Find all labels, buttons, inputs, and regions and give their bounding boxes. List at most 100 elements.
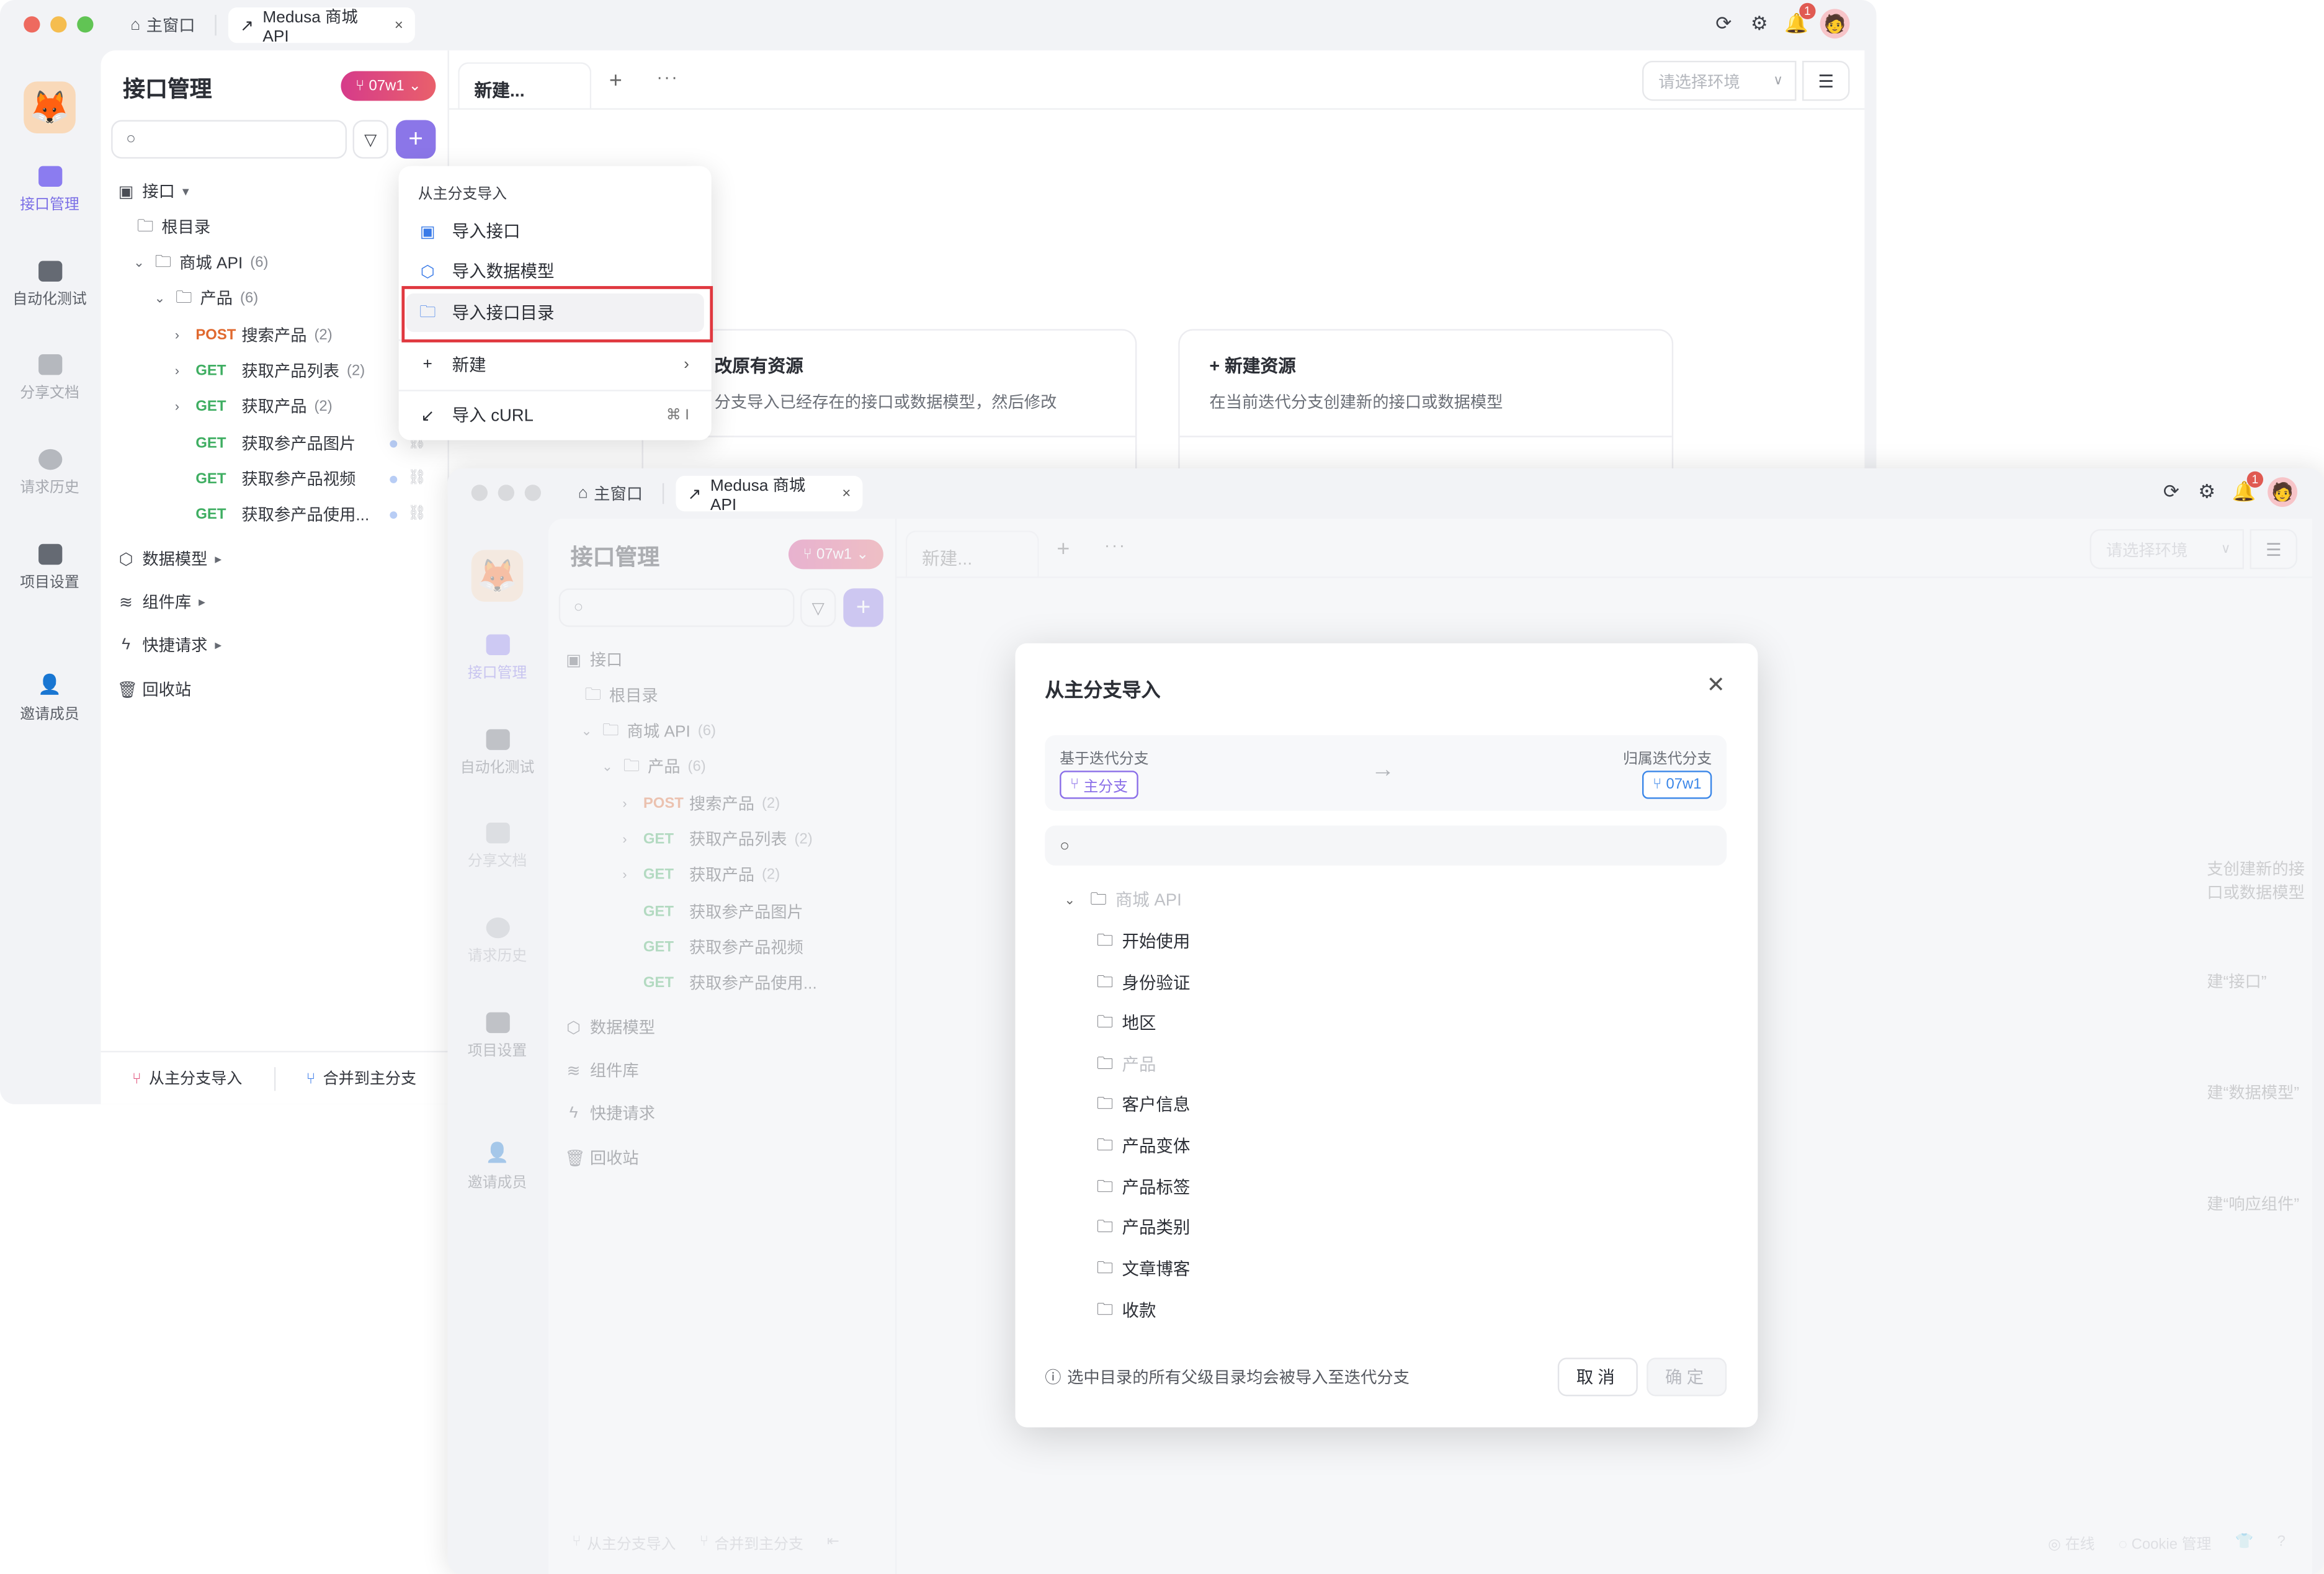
nav-automation-test[interactable]: 自动化测试 — [447, 729, 547, 777]
tree-section-quick-requests[interactable]: ϟ 快捷请求 — [565, 1098, 655, 1128]
branch-selector[interactable]: ⑂ 07w1 ⌄ — [341, 71, 436, 101]
tree-section-components[interactable]: ≋ 组件库 ▸ — [117, 587, 212, 617]
nav-invite-members[interactable]: 👤 邀请成员 — [0, 673, 99, 723]
nav-project-settings[interactable]: 项目设置 — [447, 1012, 547, 1060]
import-from-main-button[interactable]: ⑂ 从主分支导入 — [101, 1067, 273, 1089]
bell-icon[interactable]: 🔔 1 — [2232, 471, 2264, 502]
tab-home[interactable]: ⌂ 主窗口 — [578, 477, 643, 510]
menu-item-new[interactable]: + 新建 › — [406, 346, 704, 384]
environment-select[interactable]: 请选择环境 ∨ — [1642, 60, 1797, 101]
tree-endpoint[interactable]: › GET 获取产品 (2) — [622, 860, 780, 890]
nav-project-settings[interactable]: 项目设置 — [0, 543, 99, 591]
tree-folder-shop[interactable]: ⌄ 🗀 商城 API (6) — [133, 248, 268, 277]
tree-folder-product[interactable]: ⌄ 🗀 产品 (6) — [154, 283, 258, 313]
close-icon[interactable]: ✕ — [1707, 671, 1725, 699]
add-tab-button[interactable]: + — [609, 68, 622, 94]
nav-automation-test[interactable]: 自动化测试 — [0, 261, 99, 308]
filter-button[interactable]: ▽ — [800, 588, 836, 627]
tree-folder-product[interactable]: ⌄ 🗀 产品 (6) — [602, 751, 706, 781]
minimize-window-button[interactable] — [498, 485, 514, 501]
branch-selector[interactable]: ⑂ 07w1 ⌄ — [788, 539, 883, 570]
add-button[interactable]: + — [395, 120, 436, 159]
refresh-icon[interactable]: ⟳ — [2161, 481, 2181, 502]
bell-icon[interactable]: 🔔 1 — [1784, 2, 1816, 34]
tree-section-api[interactable]: ▣ 接口 ▾ — [117, 176, 196, 206]
faded-create-response[interactable]: 建“响应组件” — [2207, 1192, 2299, 1215]
maximize-window-button[interactable] — [77, 16, 94, 33]
close-tab-icon[interactable]: × — [395, 17, 403, 33]
menu-item-import-api[interactable]: ▣ 导入接口 — [406, 212, 704, 251]
close-tab-icon[interactable]: × — [842, 485, 851, 501]
tree-section-recycle-bin[interactable]: 🗑 回收站 — [565, 1143, 638, 1173]
gear-icon[interactable]: ⚙ — [2196, 481, 2217, 502]
folder-tree-root[interactable]: ⌄ 🗀 商城 API — [1064, 885, 1181, 914]
tree-endpoint[interactable]: › GET 获取产品 (2) — [175, 391, 333, 421]
nav-api-management[interactable]: 接口管理 — [0, 166, 99, 213]
minimize-window-button[interactable] — [50, 16, 67, 33]
nav-request-history[interactable]: 请求历史 — [447, 917, 547, 965]
tab-home[interactable]: ⌂ 主窗口 — [130, 9, 195, 42]
user-avatar[interactable]: 🧑 — [2268, 477, 2297, 508]
folder-option[interactable]: 🗀 产品标签 — [1097, 1173, 1191, 1202]
folder-option[interactable]: 🗀 客户信息 — [1097, 1089, 1191, 1119]
nav-invite-members[interactable]: 👤 邀请成员 — [447, 1142, 547, 1192]
tree-section-data-models[interactable]: ⬡ 数据模型 — [565, 1013, 655, 1042]
theme-icon[interactable]: 👕 — [2235, 1533, 2254, 1549]
cookie-manager[interactable]: ◌ Cookie 管理 — [2119, 1531, 2212, 1552]
status-import-from-main[interactable]: ⑂ 从主分支导入 — [572, 1531, 676, 1552]
merge-to-main-button[interactable]: ⑂ 合并到主分支 — [275, 1067, 447, 1089]
menu-item-import-curl[interactable]: ↙ 导入 cURL ⌘ I — [406, 396, 704, 434]
tree-endpoint[interactable]: › GET 获取产品列表 (2) — [622, 824, 812, 854]
tree-endpoint[interactable]: GET 获取参产品使用... — [643, 968, 817, 998]
add-button[interactable]: + — [843, 588, 883, 627]
tree-endpoint[interactable]: GET 获取参产品视频 — [195, 464, 355, 494]
tree-endpoint[interactable]: GET 获取参产品使用... — [195, 499, 369, 529]
tree-section-recycle-bin[interactable]: 🗑 回收站 — [117, 674, 191, 704]
tab-medusa-api[interactable]: ↗ Medusa 商城 API × — [228, 7, 415, 46]
close-window-button[interactable] — [24, 16, 40, 33]
tree-root-folder[interactable]: 🗀 根目录 — [136, 212, 210, 242]
faded-create-api[interactable]: 建“接口” — [2207, 969, 2266, 993]
project-logo[interactable]: 🦊 — [24, 81, 76, 134]
nav-share-docs[interactable]: 分享文档 — [0, 354, 99, 401]
tab-new[interactable]: 新建... — [458, 62, 592, 110]
nav-request-history[interactable]: 请求历史 — [0, 449, 99, 496]
nav-share-docs[interactable]: 分享文档 — [447, 822, 547, 870]
maximize-window-button[interactable] — [524, 485, 541, 501]
tree-section-quick-requests[interactable]: ϟ 快捷请求 ▸ — [117, 630, 228, 660]
nav-api-management[interactable]: 接口管理 — [447, 634, 547, 682]
more-icon[interactable]: ··· — [656, 67, 679, 87]
folder-option[interactable]: 🗀 地区 — [1097, 1008, 1156, 1038]
tree-root-folder[interactable]: 🗀 根目录 — [584, 681, 658, 710]
tab-new[interactable]: 新建... — [905, 530, 1039, 578]
tree-endpoint[interactable]: › POST 搜索产品 (2) — [175, 320, 333, 350]
add-tab-button[interactable]: + — [1057, 537, 1070, 562]
tree-section-data-models[interactable]: ⬡ 数据模型 ▸ — [117, 544, 228, 574]
env-menu-button[interactable]: ☰ — [1802, 60, 1850, 101]
faded-create-model[interactable]: 建“数据模型” — [2207, 1081, 2299, 1104]
env-menu-button[interactable]: ☰ — [2250, 529, 2297, 570]
tree-endpoint[interactable]: GET 获取参产品图片 — [195, 428, 355, 458]
user-avatar[interactable]: 🧑 — [1820, 9, 1850, 39]
folder-option[interactable]: 🗀 开始使用 — [1097, 926, 1191, 956]
folder-option[interactable]: 🗀 产品变体 — [1097, 1131, 1191, 1161]
collapse-panel-button[interactable]: ⇤ — [827, 1533, 839, 1549]
online-status[interactable]: ◎ 在线 — [2048, 1531, 2094, 1552]
help-icon[interactable]: ? — [2277, 1533, 2286, 1549]
link-icon[interactable]: ⛓ — [408, 506, 426, 522]
tree-section-api[interactable]: ▣ 接口 — [565, 645, 622, 674]
tree-endpoint[interactable]: › POST 搜索产品 (2) — [622, 789, 780, 818]
project-logo[interactable]: 🦊 — [471, 550, 524, 602]
environment-select[interactable]: 请选择环境 ∨ — [2089, 529, 2244, 570]
cancel-button[interactable]: 取消 — [1557, 1357, 1638, 1397]
tree-folder-shop[interactable]: ⌄ 🗀 商城 API (6) — [581, 716, 715, 746]
gear-icon[interactable]: ⚙ — [1749, 12, 1769, 34]
folder-search-input[interactable]: ○ — [1045, 825, 1727, 866]
folder-option[interactable]: 🗀 产品类别 — [1097, 1212, 1191, 1242]
menu-item-import-data-model[interactable]: ⬡ 导入数据模型 — [406, 252, 704, 290]
filter-button[interactable]: ▽ — [352, 120, 388, 159]
status-merge-to-main[interactable]: ⑂ 合并到主分支 — [700, 1531, 803, 1552]
more-icon[interactable]: ··· — [1104, 535, 1127, 555]
confirm-button[interactable]: 确定 — [1647, 1357, 1727, 1397]
tab-medusa-api[interactable]: ↗ Medusa 商城 API × — [676, 475, 863, 514]
